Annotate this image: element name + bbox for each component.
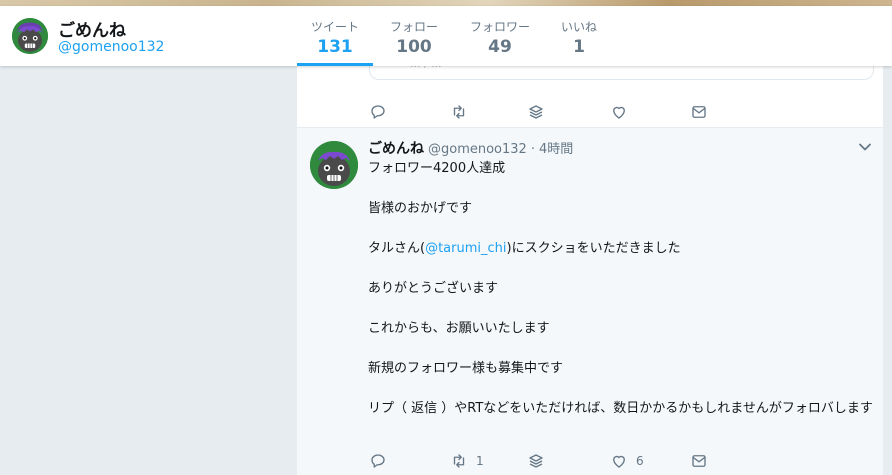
tweet-line: ありがとうございます xyxy=(368,281,499,296)
message-button[interactable] xyxy=(690,100,708,124)
avatar[interactable] xyxy=(12,18,48,54)
tweet-avatar[interactable] xyxy=(310,141,358,189)
retweet-icon xyxy=(453,105,465,119)
stat-likes-label: いいね xyxy=(560,20,597,34)
like-icon xyxy=(613,106,625,119)
profile-name[interactable]: ごめんね xyxy=(58,16,126,41)
reply-icon xyxy=(371,105,385,119)
message-button[interactable] xyxy=(690,449,708,473)
stack-button[interactable] xyxy=(527,100,545,124)
profile-header-bar: ごめんね @gomenoo132 ツイート 131 フォロー 100 フォロワー… xyxy=(0,6,892,66)
tweet-timestamp[interactable]: 4時間 xyxy=(539,142,573,157)
like-icon xyxy=(613,455,625,468)
previous-tweet-actions xyxy=(297,100,883,124)
tweet-line-text: タルさん( xyxy=(368,241,426,256)
stat-following-label: フォロー xyxy=(389,20,438,34)
stack-icon xyxy=(529,454,543,468)
tweet-line: フォロワー4200人達成 xyxy=(368,161,506,176)
tweet-avatar-image xyxy=(310,141,358,189)
tweet-actions: 1 6 xyxy=(297,449,883,473)
reply-button[interactable] xyxy=(369,100,387,124)
tweet-separator: · xyxy=(530,142,535,157)
tweet-line: リプ（ 返信 ）やRTなどをいただければ、数日かかるかもしれませんがフォロバしま… xyxy=(368,401,873,416)
tweet-line-text: )にスクショをいただきました xyxy=(506,241,681,256)
tweet-text: フォロワー4200人達成 皆様のおかげです タルさん(@tarumi_chi)に… xyxy=(368,159,873,419)
like-count: 6 xyxy=(636,454,644,468)
message-icon xyxy=(692,106,706,118)
stat-tweets[interactable]: ツイート 131 xyxy=(297,6,373,66)
stat-likes[interactable]: いいね 1 xyxy=(555,6,603,66)
tweet-author-name[interactable]: ごめんね xyxy=(368,141,424,157)
stack-button[interactable] xyxy=(527,449,545,473)
stat-likes-value: 1 xyxy=(573,37,585,57)
stat-tweets-value: 131 xyxy=(317,37,353,57)
like-button[interactable]: 6 xyxy=(610,449,644,473)
retweet-button[interactable] xyxy=(450,100,468,124)
chevron-down-icon[interactable] xyxy=(858,140,872,154)
like-button[interactable] xyxy=(610,100,628,124)
tweet-header: ごめんね @gomenoo132 · 4時間 xyxy=(368,138,573,158)
retweet-count: 1 xyxy=(476,454,484,468)
mention-link[interactable]: @tarumi_chi xyxy=(425,241,506,256)
message-icon xyxy=(692,455,706,467)
stat-followers-value: 49 xyxy=(488,37,512,57)
stat-followers-label: フォロワー xyxy=(469,20,530,34)
timeline: ... / ... xyxy=(297,54,883,475)
stat-followers[interactable]: フォロワー 49 xyxy=(463,6,537,66)
tweet-line: 新規のフォロワー様も募集中です xyxy=(368,361,564,376)
retweet-button[interactable]: 1 xyxy=(450,449,484,473)
tweet-line: タルさん(@tarumi_chi)にスクショをいただきました xyxy=(368,239,873,259)
reply-icon xyxy=(371,454,385,468)
profile-handle[interactable]: @gomenoo132 xyxy=(58,39,164,55)
stat-following[interactable]: フォロー 100 xyxy=(383,6,445,66)
stat-tweets-label: ツイート xyxy=(310,20,359,34)
avatar-image xyxy=(12,18,48,54)
stat-following-value: 100 xyxy=(396,37,432,57)
tweet-line: 皆様のおかげです xyxy=(368,201,473,216)
stack-icon xyxy=(529,105,543,119)
tweet-author-handle[interactable]: @gomenoo132 xyxy=(428,142,527,157)
previous-tweet: ... / ... xyxy=(297,54,883,128)
tweet[interactable]: ごめんね @gomenoo132 · 4時間 フォロワー4200人達成 皆様のおかげで… xyxy=(297,128,883,475)
retweet-icon xyxy=(453,454,465,468)
reply-button[interactable] xyxy=(369,449,387,473)
tweet-line: これからも、お願いいたします xyxy=(368,321,550,336)
